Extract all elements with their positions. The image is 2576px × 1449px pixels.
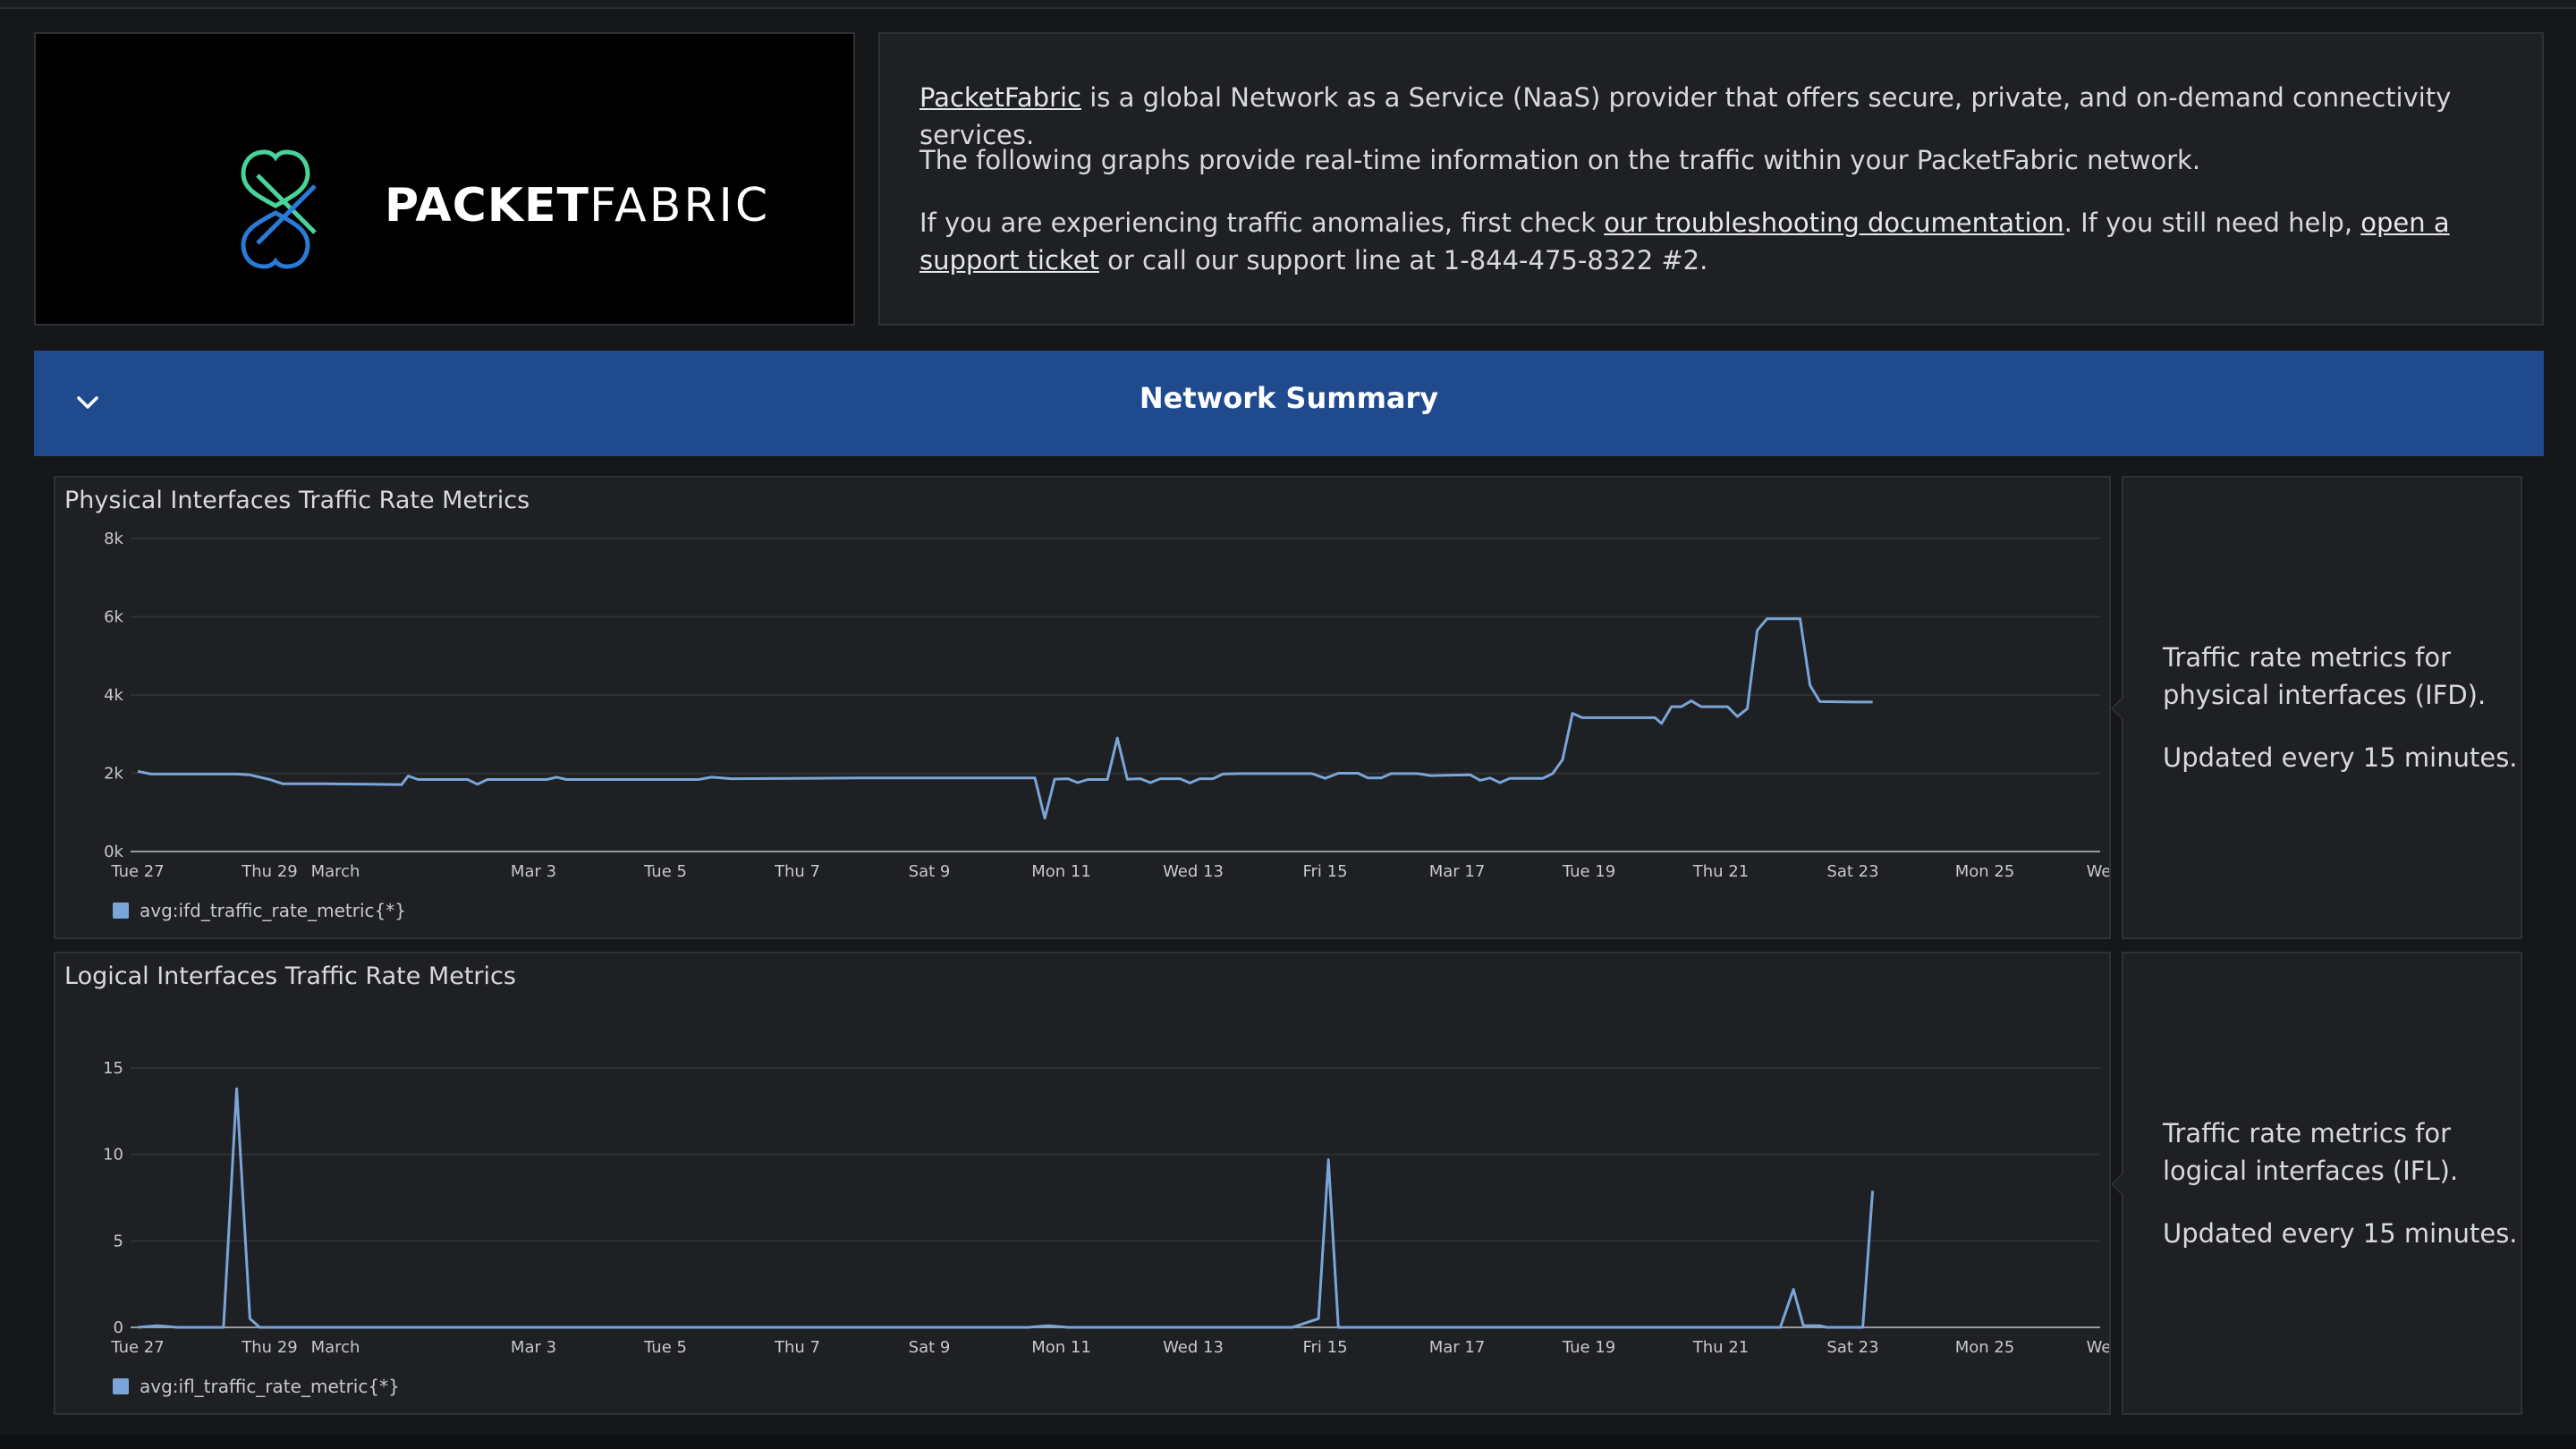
y-tick-label: 8k (104, 530, 123, 548)
y-tick-label: 4k (104, 686, 123, 705)
info-panel: PacketFabric is a global Network as a Se… (878, 32, 2544, 326)
x-tick-label: Mar 3 (511, 1338, 556, 1357)
panel-pointer (2111, 696, 2123, 721)
physical-description-panel: Traffic rate metrics for physical interf… (2111, 476, 2522, 939)
physical-update-note: Updated every 15 minutes. (2163, 742, 2518, 773)
y-tick-label: 5 (114, 1232, 123, 1250)
x-tick-label: Mon 11 (1031, 1338, 1091, 1357)
logo-panel: PACKETFABRIC (34, 32, 855, 326)
x-tick-label: Sat 9 (909, 1338, 951, 1357)
x-tick-label: Tue 19 (1562, 862, 1615, 881)
top-bar (0, 0, 2576, 9)
x-tick-label: Mon 25 (1955, 1338, 2015, 1357)
troubleshooting-link[interactable]: our troubleshooting documentation (1604, 208, 2063, 238)
x-tick-label: Thu 21 (1692, 862, 1749, 881)
x-tick-label: Thu 7 (774, 862, 820, 881)
packetfabric-link[interactable]: PacketFabric (919, 82, 1081, 113)
dashboard: PACKETFABRIC PacketFabric is a global Ne… (0, 0, 2576, 1449)
x-tick-label: Thu 29 (241, 862, 297, 881)
x-tick-label: Sat 9 (909, 862, 951, 881)
x-tick-label: Tue 27 (110, 862, 164, 881)
physical-traffic-chart[interactable]: 0k 2k 4k 6k 8k Tue 27 Thu 29 March Mar 3 Tue 5 Thu… (55, 478, 2109, 937)
x-tick-label: Mar 17 (1429, 862, 1486, 881)
x-tick-label: Mon 25 (1955, 862, 2015, 881)
x-tick-label: Mar 3 (511, 862, 556, 881)
x-tick-label: Wed 13 (1163, 862, 1224, 881)
x-tick-label: Fri 15 (1302, 862, 1347, 881)
y-tick-label: 0 (114, 1318, 123, 1337)
bottom-bar (0, 1435, 2576, 1449)
network-summary-row[interactable]: Network Summary (34, 351, 2544, 456)
x-tick-label: Wed 27 (2087, 1338, 2109, 1357)
physical-traffic-chart-panel: Physical Interfaces Traffic Rate Metrics… (54, 476, 2111, 939)
y-tick-label: 10 (103, 1146, 123, 1165)
row-title: Network Summary (1139, 381, 1439, 415)
chart-legend[interactable]: avg:ifd_traffic_rate_metric{*} (113, 900, 406, 921)
legend-swatch (113, 1378, 129, 1394)
legend-label: avg:ifd_traffic_rate_metric{*} (140, 900, 406, 921)
x-tick-label: Wed 27 (2087, 862, 2109, 881)
x-tick-label: Thu 7 (774, 1338, 820, 1357)
legend-swatch (113, 902, 129, 919)
x-tick-label: Tue 5 (643, 1338, 687, 1357)
graphs-paragraph: The following graphs provide real-time i… (919, 145, 2201, 175)
x-tick-label: Sat 23 (1826, 862, 1878, 881)
x-tick-label: Tue 19 (1562, 1338, 1615, 1357)
series-line (137, 617, 1873, 820)
y-tick-label: 6k (104, 608, 123, 627)
logical-description: Traffic rate metrics for logical interfa… (2163, 1118, 2459, 1186)
support-paragraph: If you are experiencing traffic anomalie… (919, 208, 2450, 275)
chart-legend[interactable]: avg:ifl_traffic_rate_metric{*} (113, 1376, 400, 1397)
logical-update-note: Updated every 15 minutes. (2163, 1218, 2518, 1249)
x-tick-label: Mon 11 (1031, 862, 1091, 881)
x-tick-label: March (311, 862, 360, 881)
brand-wordmark: PACKETFABRIC (385, 179, 771, 233)
packetfabric-logo-icon (241, 149, 317, 269)
y-tick-label: 2k (104, 765, 123, 784)
panel-pointer (2111, 1172, 2123, 1197)
series-line (137, 1087, 1875, 1329)
logical-description-panel: Traffic rate metrics for logical interfa… (2111, 952, 2522, 1415)
x-tick-label: Thu 21 (1692, 1338, 1749, 1357)
x-tick-label: Wed 13 (1163, 1338, 1224, 1357)
logical-traffic-chart-panel: Logical Interfaces Traffic Rate Metrics … (54, 952, 2111, 1415)
logical-traffic-chart[interactable]: 0 5 10 15 Tue 27 Thu 29 March Mar 3 Tue 5 Thu 7 Sa… (55, 953, 2109, 1413)
legend-label: avg:ifl_traffic_rate_metric{*} (140, 1376, 400, 1397)
x-tick-label: Thu 29 (241, 1338, 297, 1357)
x-tick-label: Fri 15 (1302, 1338, 1347, 1357)
y-tick-label: 15 (103, 1059, 123, 1078)
physical-description: Traffic rate metrics for physical interf… (2163, 642, 2487, 710)
x-tick-label: March (311, 1338, 360, 1357)
x-tick-label: Tue 27 (110, 1338, 164, 1357)
x-tick-label: Sat 23 (1826, 1338, 1878, 1357)
x-tick-label: Mar 17 (1429, 1338, 1486, 1357)
x-tick-label: Tue 5 (643, 862, 687, 881)
y-tick-label: 0k (104, 843, 123, 861)
